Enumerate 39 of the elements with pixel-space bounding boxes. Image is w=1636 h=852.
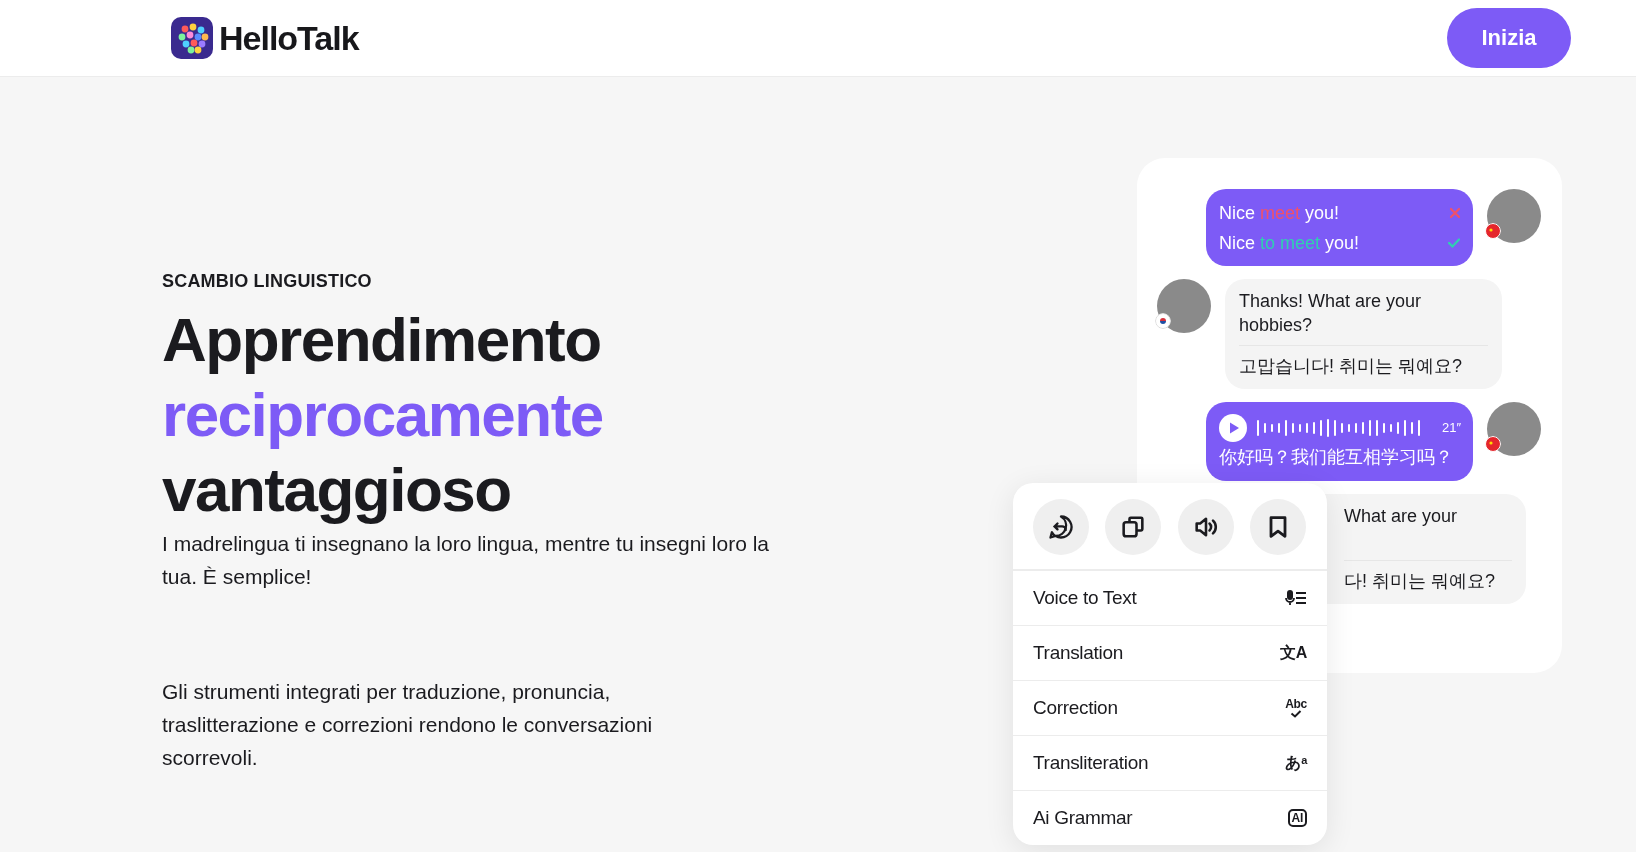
menu-item[interactable]: Correction Abc [1013, 680, 1327, 735]
menu-item-label: Voice to Text [1033, 587, 1137, 609]
headline-line: Apprendimento [162, 304, 601, 376]
ai-icon: AI [1287, 809, 1307, 827]
message-text: Nice to meet you! [1219, 232, 1360, 255]
menu-item[interactable]: Translation 文A [1013, 625, 1327, 680]
headline-line: vantaggioso [162, 454, 511, 526]
menu-item-label: Transliteration [1033, 752, 1149, 774]
flag-icon [1485, 436, 1501, 452]
translate-icon: 文A [1280, 645, 1307, 661]
translation-text: 다! 취미는 뭐예요? [1344, 570, 1496, 593]
body-paragraph: Gli strumenti integrati per traduzione, pronuncia, traslitterazione e correzioni rendono le conversazioni scorrevoli. [162, 679, 654, 771]
transliteration-icon: あ$^{a}$ [1285, 755, 1307, 771]
translation-text: 고맙습니다! 취미는 뭐예요? [1239, 355, 1463, 378]
menu-item[interactable]: Ai Grammar AI [1013, 790, 1327, 845]
lead-paragraph: I madrelingua ti insegnano la loro lingua, mentre tu insegni loro la tua. È semplice! [162, 531, 771, 590]
message-text: What are your [1344, 505, 1459, 528]
headline-line: reciprocamente [162, 379, 603, 451]
cross-icon [1449, 207, 1461, 219]
microphone-list-icon [1285, 589, 1307, 607]
message-text: Nice meet you! [1219, 202, 1340, 225]
menu-item-label: Ai Grammar [1033, 807, 1133, 829]
logo-text[interactable]: HelloTalk [219, 18, 359, 58]
transcript-text: 你好吗？我们能互相学习吗？ [1219, 446, 1454, 469]
play-button[interactable] [1219, 414, 1247, 442]
menu-item-label: Translation [1033, 642, 1123, 664]
bookmark-button[interactable] [1250, 499, 1306, 555]
message-text: Thanks! What are your hobbies? [1239, 290, 1423, 337]
check-icon [1447, 237, 1461, 249]
eyebrow-label: SCAMBIO LINGUISTICO [162, 271, 373, 292]
reply-button[interactable] [1033, 499, 1089, 555]
flag-icon [1485, 223, 1501, 239]
menu-item[interactable]: Transliteration あ$^{a}$ [1013, 735, 1327, 790]
flag-icon [1155, 313, 1171, 329]
menu-item-label: Correction [1033, 697, 1118, 719]
logo-icon [171, 17, 213, 59]
menu-item[interactable]: Voice to Text [1013, 570, 1327, 625]
duration-label: 21″ [1441, 419, 1461, 437]
start-button[interactable]: Inizia [1447, 8, 1571, 68]
